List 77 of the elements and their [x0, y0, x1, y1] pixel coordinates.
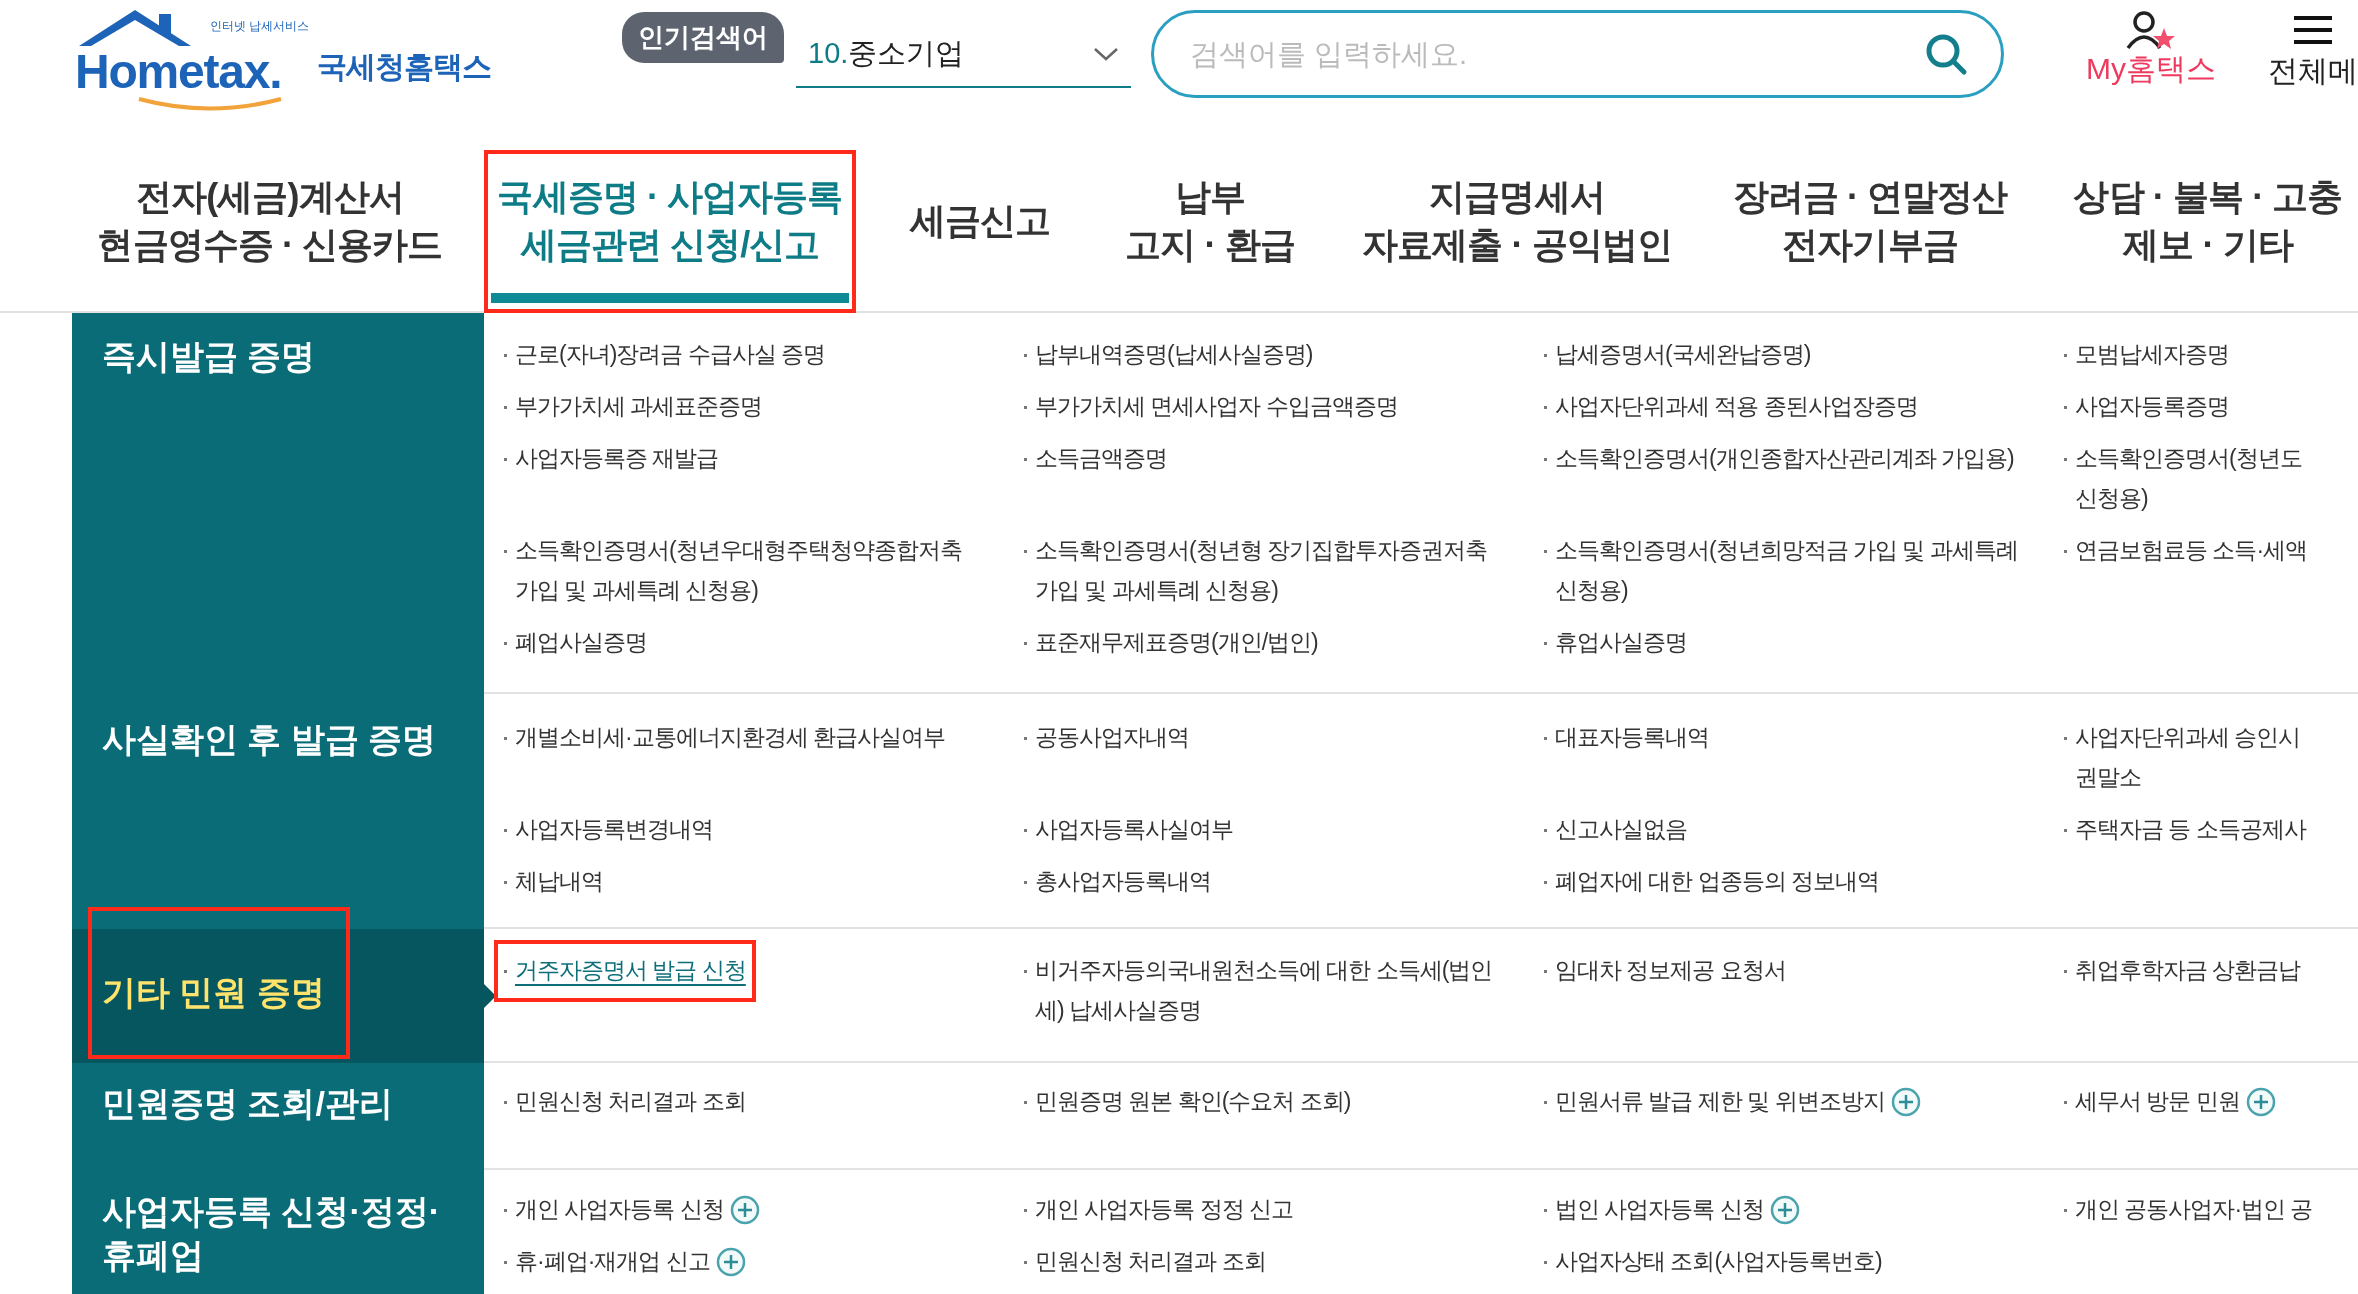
menu-link[interactable]: 사업자등록변경내역: [504, 809, 713, 849]
menu-link[interactable]: 모범납세자증명: [2064, 334, 2229, 374]
menu-link[interactable]: 휴업사실증명: [1544, 622, 1687, 662]
category-cell[interactable]: 사업자등록 신청·정정· 휴폐업: [72, 1170, 484, 1294]
popular-search-badge: 인기검색어: [622, 12, 784, 63]
category-cell[interactable]: 민원증명 조회/관리: [72, 1063, 484, 1170]
menu-link[interactable]: 비거주자등의국내원천소득에 대한 소득세(법인 세) 납세사실증명: [1024, 950, 1493, 1030]
category-title: 기타 민원 증명: [101, 972, 326, 1013]
menu-link[interactable]: 대표자등록내역: [1544, 717, 1709, 757]
menu-link[interactable]: 소득확인증명서(청년도 신청용): [2064, 438, 2302, 518]
menu-link[interactable]: 사업자등록사실여부: [1024, 809, 1233, 849]
menu-link[interactable]: 사업자등록증 재발급: [504, 438, 719, 478]
menu-link[interactable]: 신고사실없음: [1544, 809, 1687, 849]
menu-link[interactable]: 법인 사업자등록 신청: [1544, 1189, 1800, 1229]
category-title: 즉시발급 증명: [101, 336, 317, 377]
menu-link[interactable]: 소득확인증명서(개인종합자산관리계좌 가입용): [1544, 438, 2014, 478]
add-icon[interactable]: [715, 1247, 746, 1277]
pointer-icon: [484, 984, 496, 1008]
nav-tab[interactable]: 세금신고: [903, 148, 1057, 303]
my-hometax-link[interactable]: My홈택스: [2086, 10, 2216, 84]
category-cell[interactable]: 즉시발급 증명: [72, 313, 484, 694]
menu-link[interactable]: 민원증명 원본 확인(수요처 조회): [1024, 1081, 1351, 1121]
nav-tab[interactable]: 국세증명 · 사업자등록 세금관련 신청/신고: [491, 148, 849, 303]
menu-link[interactable]: 민원신청 처리결과 조회: [1024, 1241, 1266, 1281]
logo-tagline: 인터넷 납세서비스: [210, 20, 310, 32]
nav-tab[interactable]: 상담 · 불복 · 고충 제보 · 기타: [2067, 148, 2349, 303]
menu-link[interactable]: 개인 사업자등록 신청: [504, 1189, 760, 1229]
category-cell[interactable]: 사실확인 후 발급 증명: [72, 694, 484, 929]
menu-link[interactable]: 연금보험료등 소득·세액: [2064, 530, 2308, 570]
menu-link[interactable]: 사업자상태 조회(사업자등록번호): [1544, 1241, 1882, 1281]
category-title: 사실확인 후 발급 증명: [101, 719, 438, 760]
menu-link[interactable]: 소득확인증명서(청년우대형주택청약종합저축 가입 및 과세특례 신청용): [504, 530, 962, 610]
category-title: 민원증명 조회/관리: [101, 1083, 394, 1124]
nav-tab[interactable]: 전자(세금)계산서 현금영수증 · 신용카드: [91, 148, 449, 303]
nav-tab[interactable]: 납부 고지 · 환급: [1119, 148, 1301, 303]
chevron-down-icon: [1093, 46, 1119, 62]
menu-link[interactable]: 사업자단위과세 승인시 권말소: [2064, 717, 2301, 797]
menu-link[interactable]: 부가가치세 과세표준증명: [504, 386, 763, 426]
logo-wordmark: Hometax.: [75, 48, 283, 96]
menu-link[interactable]: 폐업자에 대한 업종등의 정보내역: [1544, 861, 1880, 901]
category-title: 사업자등록 신청·정정· 휴폐업: [101, 1191, 442, 1276]
add-icon[interactable]: [1769, 1195, 1800, 1225]
menu-link[interactable]: 개별소비세·교통에너지환경세 환급사실여부: [504, 717, 946, 757]
menu-button[interactable]: 전체메: [2268, 10, 2358, 86]
add-icon[interactable]: [729, 1195, 760, 1225]
menu-link[interactable]: 납부내역증명(납세사실증명): [1024, 334, 1313, 374]
menu-link[interactable]: 납세증명서(국세완납증명): [1544, 334, 1811, 374]
menu-link[interactable]: 임대차 정보제공 요청서: [1544, 950, 1786, 990]
menu-link[interactable]: 소득확인증명서(청년형 장기집합투자증권저축 가입 및 과세특례 신청용): [1024, 530, 1488, 610]
menu-link[interactable]: 부가가치세 면세사업자 수입금액증명: [1024, 386, 1398, 426]
menu-link[interactable]: 사업자등록증명: [2064, 386, 2229, 426]
menu-link[interactable]: 휴·폐업·재개업 신고: [504, 1241, 746, 1281]
logo-name: 국세청홈택스: [317, 52, 492, 82]
menu-link[interactable]: 세무서 방문 민원: [2064, 1081, 2276, 1121]
menu-link[interactable]: 주택자금 등 소득공제사: [2064, 809, 2306, 849]
menu-link[interactable]: 공동사업자내역: [1024, 717, 1189, 757]
menu-link[interactable]: 근로(자녀)장려금 수급사실 증명: [504, 334, 826, 374]
menu-link[interactable]: 사업자단위과세 적용 종된사업장증명: [1544, 386, 1918, 426]
menu-link[interactable]: 표준재무제표증명(개인/법인): [1024, 622, 1318, 662]
menu-link[interactable]: 민원서류 발급 제한 및 위변조방지: [1544, 1081, 1921, 1121]
menu-link[interactable]: 폐업사실증명: [504, 622, 647, 662]
add-icon[interactable]: [1890, 1087, 1921, 1117]
menu-link[interactable]: 거주자증명서 발급 신청: [504, 950, 746, 990]
add-icon[interactable]: [2245, 1087, 2276, 1117]
menu-link[interactable]: 민원신청 처리결과 조회: [504, 1081, 746, 1121]
nav-tab[interactable]: 장려금 · 연말정산 전자기부금: [1726, 148, 2014, 303]
menu-link[interactable]: 취업후학자금 상환금납: [2064, 950, 2301, 990]
menu-link[interactable]: 개인 사업자등록 정정 신고: [1024, 1189, 1294, 1229]
menu-link[interactable]: 개인 공동사업자·법인 공: [2064, 1189, 2313, 1229]
menu-link[interactable]: 소득확인증명서(청년희망적금 가입 및 과세특례 신청용): [1544, 530, 2018, 610]
search-icon[interactable]: [1924, 32, 1968, 76]
menu-link[interactable]: 체납내역: [504, 861, 603, 901]
nav-tab[interactable]: 지급명세서 자료제출 · 공익법인: [1355, 148, 1679, 303]
menu-link[interactable]: 총사업자등록내역: [1024, 861, 1211, 901]
search-field[interactable]: 검색어를 입력하세요.: [1151, 10, 2004, 98]
popular-search-dropdown[interactable]: 10.중소기업: [796, 22, 1131, 88]
menu-link[interactable]: 소득금액증명: [1024, 438, 1167, 478]
